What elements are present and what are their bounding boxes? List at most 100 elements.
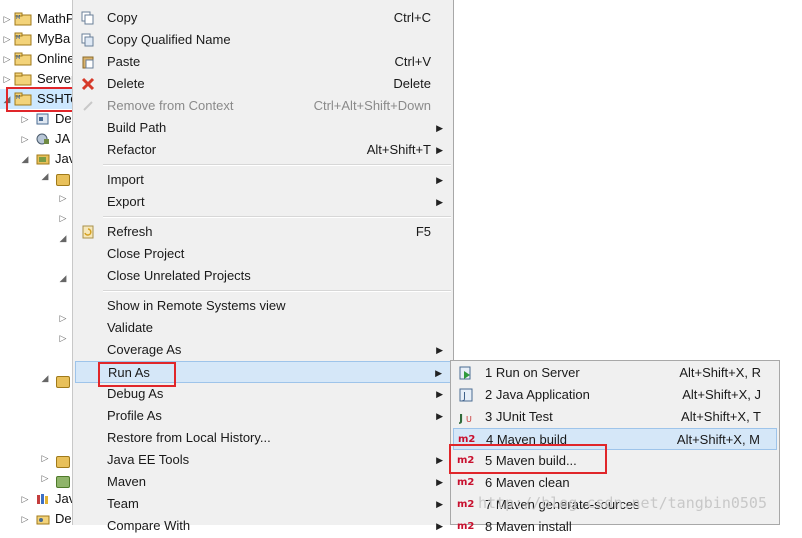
menu-item-label: Show in Remote Systems view [107, 298, 286, 313]
submenu-item-maven-clean[interactable]: m2 6 Maven clean [453, 472, 777, 494]
expand-arrow-icon[interactable]: ▷ [2, 29, 12, 49]
watermark: http://blog.csdn.net/tangbin0505 [478, 494, 767, 512]
svg-text:M: M [16, 15, 20, 21]
menu-item-copy-qualified-name[interactable]: Copy Qualified Name [75, 29, 451, 51]
tree-item-deployment[interactable]: ▷ De [0, 109, 80, 129]
submenu-arrow-icon: ▶ [436, 197, 443, 207]
m2-icon: m2 [457, 477, 475, 488]
menu-item-restore-from-local-history[interactable]: Restore from Local History... [75, 427, 451, 449]
menu-item-label: Profile As [107, 408, 162, 423]
copy-qualified-icon [81, 33, 94, 47]
menu-separator [103, 290, 451, 292]
submenu-item-junit-test[interactable]: JU 3 JUnit Test Alt+Shift+X, T [453, 406, 777, 428]
tree-item-online[interactable]: ▷ M Online [0, 49, 80, 69]
menu-item-show-in-remote-systems[interactable]: Show in Remote Systems view [75, 295, 451, 317]
menu-item-close-unrelated-projects[interactable]: Close Unrelated Projects [75, 265, 451, 287]
menu-item-java-ee-tools[interactable]: Java EE Tools ▶ [75, 449, 451, 471]
submenu-item-shortcut: Alt+Shift+X, R [679, 365, 761, 380]
maven-project-icon: M [14, 12, 32, 26]
expand-arrow-icon[interactable]: ▷ [58, 193, 68, 204]
menu-item-import[interactable]: Import ▶ [75, 169, 451, 191]
menu-item-label: Build Path [107, 120, 167, 135]
expand-arrow-icon[interactable]: ▷ [40, 473, 50, 484]
collapse-arrow-icon[interactable]: ◢ [58, 233, 68, 244]
submenu-item-java-application[interactable]: J 2 Java Application Alt+Shift+X, J [453, 384, 777, 406]
tree-item-label: MyBa [37, 31, 71, 46]
menu-item-paste[interactable]: Paste Ctrl+V [75, 51, 451, 73]
source-folder-icon [56, 456, 70, 468]
menu-item-maven[interactable]: Maven ▶ [75, 471, 451, 493]
tree-item-mathp[interactable]: ▷ M MathP [0, 9, 80, 29]
menu-item-refactor[interactable]: Refactor Alt+Shift+T ▶ [75, 139, 451, 161]
submenu-item-run-on-server[interactable]: 1 Run on Server Alt+Shift+X, R [453, 362, 777, 384]
expand-arrow-icon[interactable]: ▷ [58, 313, 68, 324]
delete-icon [81, 77, 95, 91]
menu-item-profile-as[interactable]: Profile As ▶ [75, 405, 451, 427]
expand-arrow-icon[interactable]: ▷ [20, 129, 30, 149]
folder-icon [14, 72, 32, 86]
expand-arrow-icon[interactable]: ▷ [2, 49, 12, 69]
expand-arrow-icon[interactable]: ▷ [20, 509, 30, 525]
menu-item-label: Compare With [107, 518, 191, 533]
collapse-arrow-icon[interactable]: ◢ [20, 149, 30, 169]
annotation-box-run-as [98, 362, 176, 387]
submenu-arrow-icon: ▶ [436, 477, 443, 487]
submenu-arrow-icon: ▶ [436, 345, 443, 355]
junit-icon: JU [459, 412, 472, 424]
collapse-arrow-icon[interactable]: ◢ [58, 273, 68, 284]
java-app-icon: J [459, 388, 473, 402]
collapse-arrow-icon[interactable]: ◢ [40, 373, 50, 384]
tree-item-myba[interactable]: ▷ M MyBa [0, 29, 80, 49]
tree-item-label: Server [37, 71, 76, 86]
menu-item-coverage-as[interactable]: Coverage As ▶ [75, 339, 451, 361]
menu-item-label: Delete [107, 76, 145, 91]
refresh-icon [82, 225, 94, 239]
expand-arrow-icon[interactable]: ▷ [20, 109, 30, 129]
menu-item-team[interactable]: Team ▶ [75, 493, 451, 515]
tree-item-de-2[interactable]: ▷ De [0, 509, 80, 525]
submenu-arrow-icon: ▶ [436, 499, 443, 509]
expand-arrow-icon[interactable]: ▷ [58, 333, 68, 344]
menu-item-delete[interactable]: Delete Delete [75, 73, 451, 95]
java-resources-icon [36, 154, 50, 165]
folder-icon [36, 515, 50, 525]
tree-item-jax[interactable]: ▷ JA [0, 129, 80, 149]
submenu-item-maven-install[interactable]: m2 8 Maven install [453, 516, 777, 538]
expand-arrow-icon[interactable]: ▷ [2, 69, 12, 89]
menu-item-remove-from-context[interactable]: Remove from Context Ctrl+Alt+Shift+Down [75, 95, 451, 117]
tree-item-java-2[interactable]: ▷ Jav [0, 489, 80, 509]
collapse-arrow-icon[interactable]: ◢ [40, 171, 50, 182]
paste-icon [82, 56, 94, 69]
expand-arrow-icon[interactable]: ▷ [2, 9, 12, 29]
menu-item-build-path[interactable]: Build Path ▶ [75, 117, 451, 139]
copy-icon [81, 11, 94, 25]
menu-item-shortcut: Alt+Shift+T [366, 142, 431, 157]
menu-item-label: Copy Qualified Name [107, 32, 231, 47]
submenu-arrow-icon: ▶ [436, 389, 443, 399]
tree-item-server[interactable]: ▷ Server [0, 69, 80, 89]
menu-item-refresh[interactable]: Refresh F5 [75, 221, 451, 243]
books-icon [37, 494, 48, 504]
context-menu: Copy Ctrl+C Copy Qualified Name Paste Ct… [72, 0, 454, 533]
menu-item-export[interactable]: Export ▶ [75, 191, 451, 213]
submenu-arrow-icon: ▶ [435, 368, 442, 378]
svg-text:M: M [16, 55, 20, 61]
run-server-icon [459, 366, 471, 380]
menu-item-compare-with[interactable]: Compare With ▶ [75, 515, 451, 537]
menu-item-close-project[interactable]: Close Project [75, 243, 451, 265]
menu-item-label: Paste [107, 54, 141, 69]
tree-item-label: JA [55, 131, 71, 146]
remove-context-icon [83, 101, 93, 111]
tree-item-label: Online [37, 51, 75, 66]
submenu-arrow-icon: ▶ [436, 455, 443, 465]
expand-arrow-icon[interactable]: ▷ [20, 489, 30, 509]
tree-item-label: MathP [37, 11, 75, 26]
menu-item-shortcut: Ctrl+C [393, 10, 431, 25]
menu-item-validate[interactable]: Validate [75, 317, 451, 339]
menu-item-copy[interactable]: Copy Ctrl+C [75, 7, 451, 29]
expand-arrow-icon[interactable]: ▷ [40, 453, 50, 464]
tree-item-java-resources[interactable]: ◢ Jav [0, 149, 80, 169]
submenu-arrow-icon: ▶ [436, 145, 443, 155]
svg-text:U: U [466, 415, 472, 424]
expand-arrow-icon[interactable]: ▷ [58, 213, 68, 224]
